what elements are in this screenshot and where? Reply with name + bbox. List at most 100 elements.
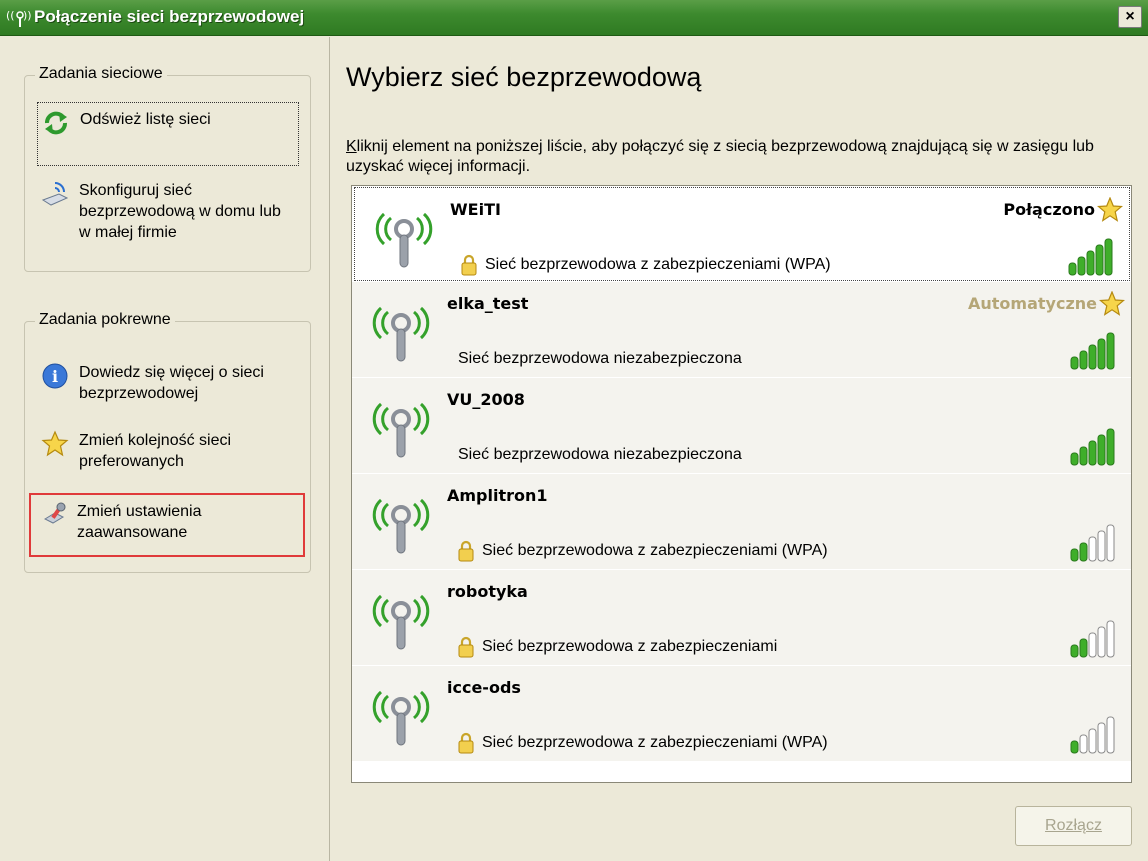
related-tasks-title: Zadania pokrewne <box>35 311 175 329</box>
wireless-antenna-icon <box>372 690 430 746</box>
signal-bar <box>1079 446 1088 466</box>
network-item[interactable]: elka_test Automatyczne Sieć bezprzewodowa … <box>352 282 1131 378</box>
learn-wireless-label: Dowiedz się więcej o sieci bezprzewodowe… <box>79 364 264 402</box>
close-button[interactable]: × <box>1118 6 1142 28</box>
network-ssid: icce-ods <box>447 678 521 697</box>
signal-strength-icon <box>1070 716 1115 754</box>
signal-bar <box>1097 626 1106 658</box>
signal-bar <box>1079 734 1088 754</box>
signal-bar <box>1097 434 1106 466</box>
signal-bar <box>1088 632 1097 658</box>
signal-bar <box>1088 440 1097 466</box>
page-title: Wybierz sieć bezprzewodową <box>346 62 702 92</box>
signal-bar <box>1070 356 1079 370</box>
wireless-setup-icon <box>41 182 69 206</box>
network-status: Automatyczne <box>968 294 1097 313</box>
signal-bar <box>1106 524 1115 562</box>
signal-bar <box>1070 644 1079 658</box>
setup-wireless-network-task[interactable]: Skonfiguruj sieć bezprzewodową w domu lu… <box>37 180 299 250</box>
signal-bar <box>1106 332 1115 370</box>
preferred-star-icon <box>1097 197 1123 222</box>
info-icon: i <box>42 363 68 389</box>
network-status: Połączono <box>1003 200 1095 219</box>
refresh-network-list-task[interactable]: Odśwież listę sieci <box>37 102 299 166</box>
wireless-antenna-icon <box>372 498 430 554</box>
signal-bar <box>1070 452 1079 466</box>
settings-icon <box>43 502 66 524</box>
advanced-settings-label: Zmień ustawienia zaawansowane <box>77 503 202 541</box>
signal-bar <box>1079 542 1088 562</box>
wireless-network-icon: (( )) <box>6 9 32 27</box>
network-item[interactable]: robotyka Sieć bezprzewodowa z zabezpiecze… <box>352 570 1131 666</box>
setup-wireless-network-label: Skonfiguruj sieć bezprzewodową w domu lu… <box>79 182 281 241</box>
svg-text:i: i <box>52 367 58 386</box>
signal-bar <box>1106 716 1115 754</box>
related-tasks-group: Zadania pokrewne i Dowiedz się więcej o … <box>24 311 311 573</box>
wireless-antenna-icon <box>372 306 430 362</box>
refresh-network-list-label: Odśwież listę sieci <box>80 111 211 128</box>
change-preferred-order-task[interactable]: Zmień kolejność sieci preferowanych <box>37 430 299 478</box>
network-security-description: Sieć bezprzewodowa niezabezpieczona <box>458 350 742 367</box>
wireless-antenna-icon <box>372 594 430 650</box>
window-title: Połączenie sieci bezprzewodowej <box>34 7 305 26</box>
signal-bar <box>1077 256 1086 276</box>
advanced-settings-task[interactable]: Zmień ustawienia zaawansowane <box>29 493 305 557</box>
signal-bar <box>1068 262 1077 276</box>
signal-bar <box>1097 338 1106 370</box>
signal-bar <box>1070 740 1079 754</box>
network-security-description: Sieć bezprzewodowa niezabezpieczona <box>458 446 742 463</box>
signal-bar <box>1097 722 1106 754</box>
signal-strength-icon <box>1070 428 1115 466</box>
network-security-description: Sieć bezprzewodowa z zabezpieczeniami (W… <box>485 256 831 273</box>
lock-icon <box>458 732 474 754</box>
network-ssid: VU_2008 <box>447 390 525 409</box>
network-item[interactable]: WEiTI Połączono Sieć bezprzewodowa z zabez… <box>354 187 1130 281</box>
network-item[interactable]: VU_2008 Sieć bezprzewodowa niezabezpieczo… <box>352 378 1131 474</box>
refresh-icon <box>45 111 67 135</box>
lock-icon <box>458 540 474 562</box>
network-security-description: Sieć bezprzewodowa z zabezpieczeniami (W… <box>482 734 828 751</box>
network-item[interactable]: icce-ods Sieć bezprzewodowa z zabezpiecze… <box>352 666 1131 762</box>
title-bar[interactable]: (( )) Połączenie sieci bezprzewodowej × <box>0 0 1148 36</box>
disconnect-button[interactable]: Rozłącz <box>1015 806 1132 846</box>
star-icon <box>41 430 69 457</box>
left-task-pane: Zadania sieciowe Odśwież listę sieci Sko… <box>0 37 330 861</box>
signal-bar <box>1104 238 1113 276</box>
network-list[interactable]: WEiTI Połączono Sieć bezprzewodowa z zabez… <box>351 185 1132 783</box>
signal-bar <box>1079 350 1088 370</box>
signal-bar <box>1086 250 1095 276</box>
network-ssid: robotyka <box>447 582 528 601</box>
preferred-star-icon <box>1099 291 1125 316</box>
instruction-body: liknij element na poniższej liście, aby … <box>346 138 1094 175</box>
network-ssid: elka_test <box>447 294 529 313</box>
signal-strength-icon <box>1070 524 1115 562</box>
network-tasks-title: Zadania sieciowe <box>35 65 167 83</box>
network-security-description: Sieć bezprzewodowa z zabezpieczeniami (W… <box>482 542 828 559</box>
learn-wireless-task[interactable]: i Dowiedz się więcej o sieci bezprzewodo… <box>37 362 299 410</box>
signal-bar <box>1088 536 1097 562</box>
network-security-description: Sieć bezprzewodowa z zabezpieczeniami <box>482 638 778 655</box>
close-icon: × <box>1125 8 1135 25</box>
signal-bar <box>1070 548 1079 562</box>
signal-bar <box>1095 244 1104 276</box>
instruction-accesskey: K <box>346 138 357 155</box>
signal-bar <box>1106 620 1115 658</box>
instruction-text: Kliknij element na poniższej liście, aby… <box>346 137 1136 177</box>
signal-strength-icon <box>1070 332 1115 370</box>
signal-bar <box>1079 638 1088 658</box>
wireless-antenna-icon <box>375 212 433 268</box>
signal-strength-icon <box>1068 238 1113 276</box>
svg-text:((: (( <box>6 9 15 22</box>
signal-strength-icon <box>1070 620 1115 658</box>
network-ssid: WEiTI <box>450 200 501 219</box>
lock-icon <box>461 254 477 276</box>
network-tasks-group: Zadania sieciowe Odśwież listę sieci Sko… <box>24 65 311 272</box>
svg-text:)): )) <box>23 9 32 22</box>
network-ssid: Amplitron1 <box>447 486 548 505</box>
signal-bar <box>1088 344 1097 370</box>
lock-icon <box>458 636 474 658</box>
change-preferred-order-label: Zmień kolejność sieci preferowanych <box>79 432 232 470</box>
network-item[interactable]: Amplitron1 Sieć bezprzewodowa z zabezpiec… <box>352 474 1131 570</box>
signal-bar <box>1106 428 1115 466</box>
signal-bar <box>1097 530 1106 562</box>
